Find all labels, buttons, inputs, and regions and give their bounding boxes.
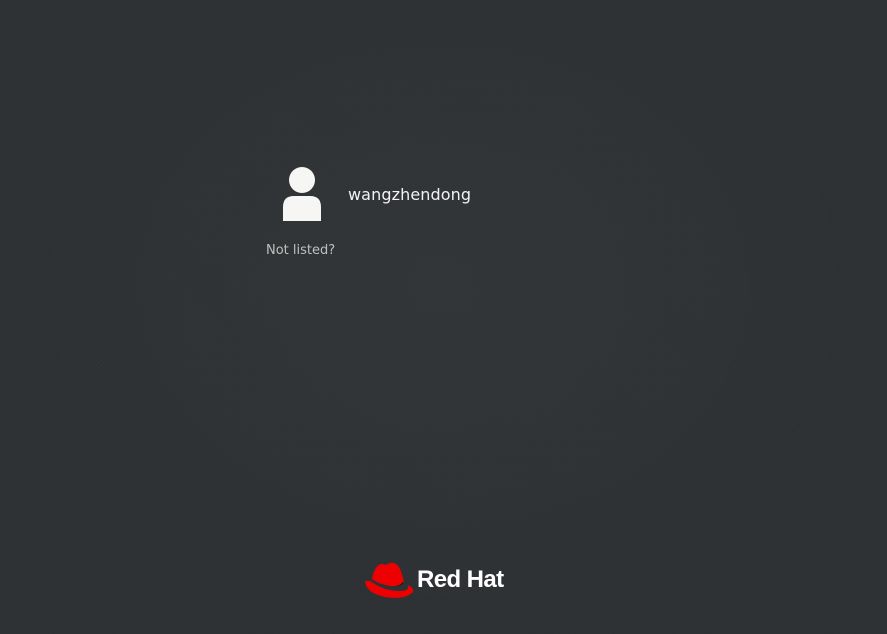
brand-name: Red Hat bbox=[417, 566, 504, 593]
brand-logo: Red Hat bbox=[363, 560, 504, 600]
user-avatar-glyph bbox=[283, 167, 321, 221]
user-list-item[interactable]: wangzhendong bbox=[270, 162, 471, 226]
not-listed-button[interactable]: Not listed? bbox=[266, 243, 335, 258]
user-avatar-icon bbox=[270, 162, 334, 226]
login-screen: wangzhendong Not listed? Red Hat bbox=[0, 0, 887, 634]
user-name: wangzhendong bbox=[348, 184, 472, 204]
red-hat-fedora-icon bbox=[365, 562, 414, 598]
